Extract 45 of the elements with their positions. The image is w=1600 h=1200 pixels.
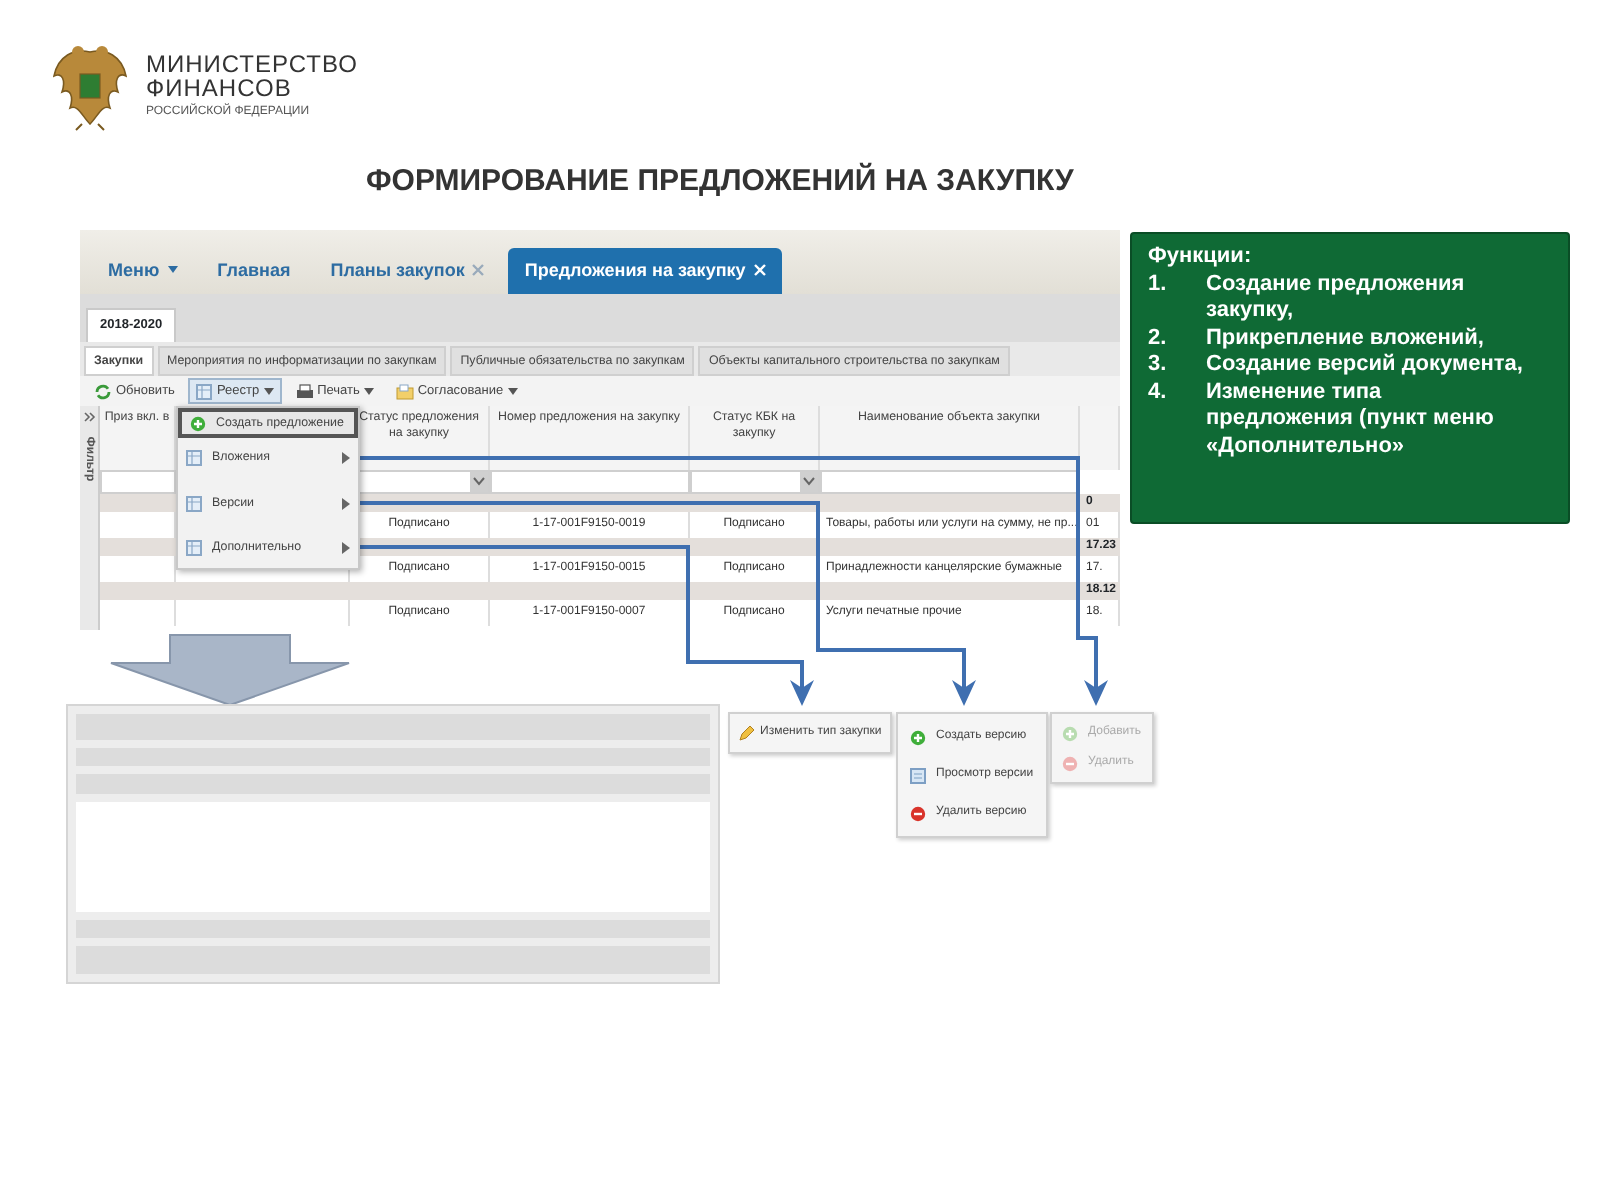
list-number: 1. bbox=[1148, 271, 1169, 299]
logo-text: МИНИСТЕРСТВО bbox=[146, 51, 358, 75]
list-number: 2. bbox=[1148, 325, 1169, 352]
menu-button[interactable]: Меню bbox=[92, 247, 194, 294]
delete-icon bbox=[1062, 755, 1078, 771]
add-icon bbox=[190, 415, 206, 432]
list-text: Изменение типа предложения (пункт меню «Дополнительно» bbox=[1206, 379, 1496, 460]
filter-field[interactable] bbox=[820, 470, 1080, 495]
list-text: Создание версий документа, bbox=[1206, 352, 1525, 379]
document-icon bbox=[910, 767, 926, 783]
list-text: Создание предложения закупку, bbox=[1206, 271, 1467, 325]
table-icon bbox=[186, 495, 202, 512]
table-icon bbox=[196, 383, 213, 400]
submenu-arrow-icon bbox=[342, 541, 350, 554]
list-number: 4. bbox=[1148, 379, 1169, 407]
filter-field[interactable] bbox=[690, 470, 820, 495]
dropdown-icon[interactable] bbox=[470, 472, 488, 493]
refresh-icon bbox=[94, 383, 112, 400]
add-icon bbox=[1062, 725, 1078, 741]
submenu-arrow-icon bbox=[342, 452, 350, 465]
table-icon bbox=[186, 450, 202, 467]
caret-icon bbox=[363, 387, 374, 396]
tab[interactable]: Предложения на закупку bbox=[508, 247, 782, 294]
list-number: 3. bbox=[1148, 352, 1169, 379]
add-icon bbox=[910, 729, 926, 745]
folder-icon bbox=[395, 383, 414, 400]
emblem-icon bbox=[50, 40, 130, 132]
printer-icon bbox=[295, 383, 314, 400]
dropdown-icon[interactable] bbox=[800, 472, 818, 493]
functions-heading: Функции: bbox=[1148, 244, 1254, 271]
expand-icon[interactable] bbox=[83, 412, 95, 423]
list-text: Прикрепление вложений, bbox=[1206, 325, 1486, 352]
slide-title: ФОРМИРОВАНИЕ ПРЕДЛОЖЕНИЙ НА ЗАКУПКУ bbox=[366, 160, 1074, 202]
caret-icon bbox=[167, 266, 178, 275]
pencil-icon bbox=[738, 725, 754, 741]
tab[interactable]: Главная bbox=[201, 247, 307, 294]
tab[interactable]: Планы закупок bbox=[314, 247, 501, 294]
filter-field[interactable] bbox=[100, 470, 176, 495]
table-icon bbox=[186, 539, 202, 556]
caret-icon bbox=[263, 387, 274, 396]
caret-icon bbox=[507, 387, 518, 396]
logo-text: ФИНАНСОВ bbox=[146, 75, 294, 99]
filter-field[interactable] bbox=[490, 470, 690, 495]
submenu-arrow-icon bbox=[342, 497, 350, 510]
delete-icon bbox=[910, 805, 926, 821]
